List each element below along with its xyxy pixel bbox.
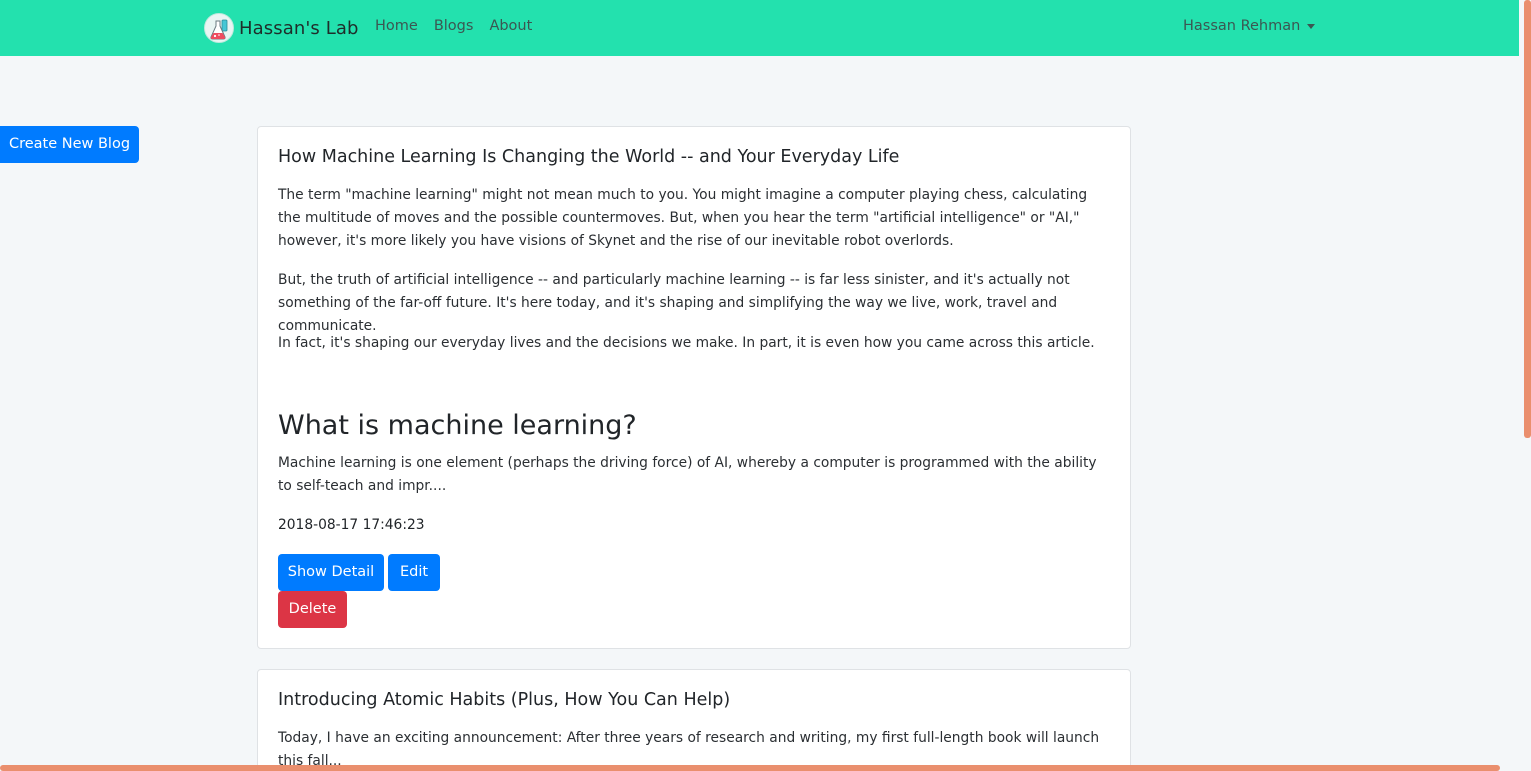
blog-title: How Machine Learning Is Changing the Wor… <box>278 147 900 167</box>
user-name: Hassan Rehman <box>1183 18 1301 34</box>
blog-excerpt: Machine learning is one element (perhaps… <box>278 455 1097 494</box>
blog-paragraph: The term "machine learning" might not me… <box>278 187 1088 249</box>
blog-paragraph: But, the truth of artificial intelligenc… <box>278 272 1070 334</box>
show-detail-button[interactable]: Show Detail <box>278 554 384 591</box>
blog-title: Introducing Atomic Habits (Plus, How You… <box>278 690 731 710</box>
blog-card: How Machine Learning Is Changing the Wor… <box>257 126 1131 649</box>
edit-button[interactable]: Edit <box>388 554 440 591</box>
page: Hassan's Lab Home Blogs About Hassan Reh… <box>0 0 1531 771</box>
navbar: Hassan's Lab Home Blogs About Hassan Reh… <box>0 0 1519 56</box>
delete-button[interactable]: Delete <box>278 591 347 628</box>
user-dropdown[interactable]: Hassan Rehman <box>1183 18 1316 34</box>
nav-link-home[interactable]: Home <box>375 18 418 34</box>
vertical-scrollbar-thumb[interactable] <box>1524 0 1531 438</box>
nav-links: Home Blogs About <box>375 18 548 34</box>
lab-flask-logo-icon <box>204 13 234 43</box>
horizontal-scrollbar-thumb[interactable] <box>0 765 1500 771</box>
blog-date: 2018-08-17 17:46:23 <box>278 517 425 533</box>
blog-card: Introducing Atomic Habits (Plus, How You… <box>257 669 1131 771</box>
blog-paragraph: In fact, it's shaping our everyday lives… <box>278 335 1095 351</box>
create-new-blog-button[interactable]: Create New Blog <box>0 126 139 163</box>
caret-down-icon <box>1307 23 1316 29</box>
brand[interactable]: Hassan's Lab <box>204 13 359 43</box>
nav-link-about[interactable]: About <box>489 18 532 34</box>
blog-subheading: What is machine learning? <box>278 410 637 441</box>
nav-link-blogs[interactable]: Blogs <box>434 18 474 34</box>
brand-name: Hassan's Lab <box>239 17 359 39</box>
